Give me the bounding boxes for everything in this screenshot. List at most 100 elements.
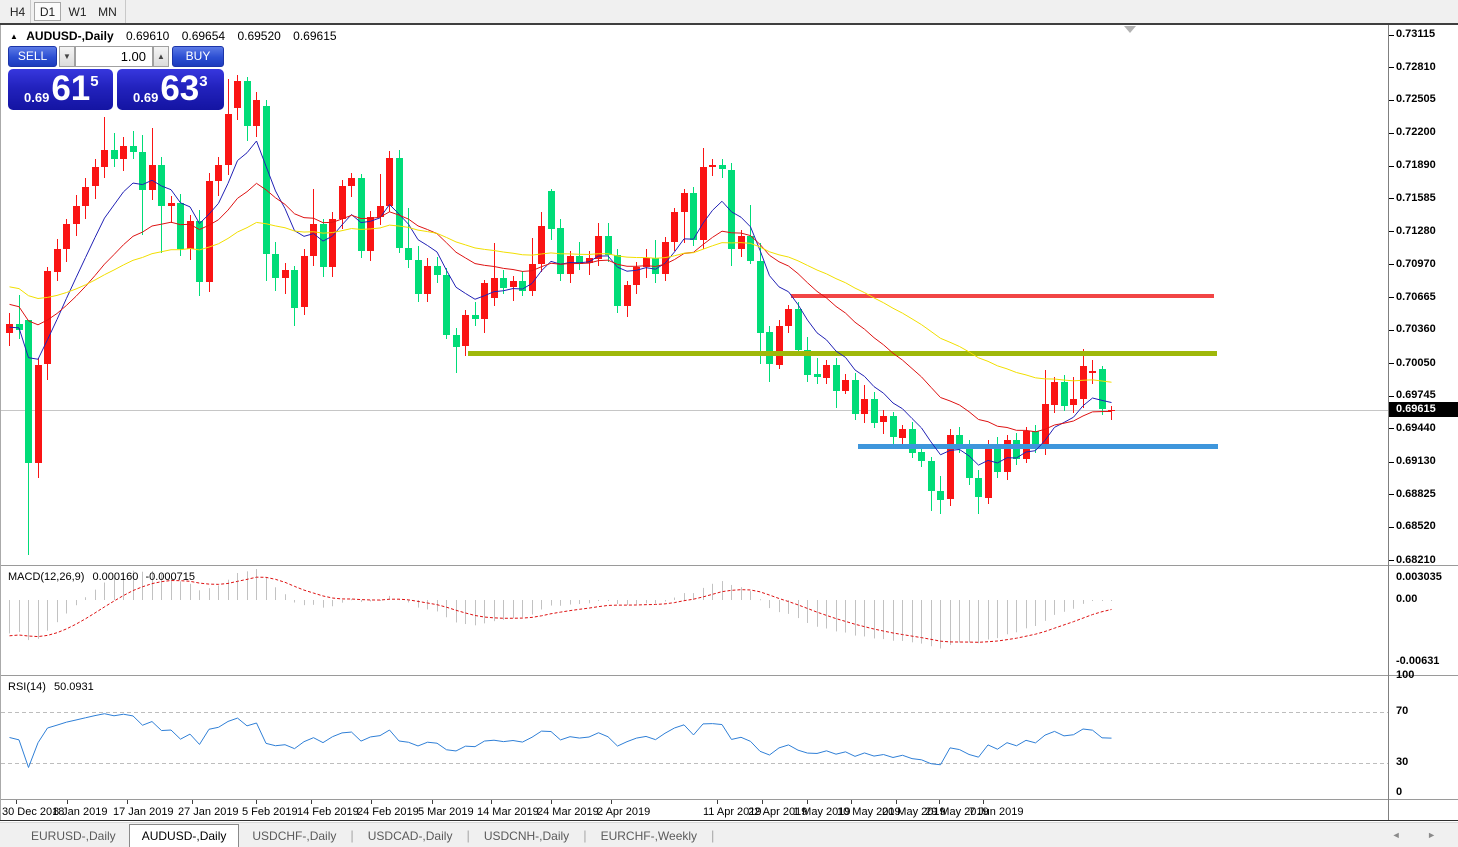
price-tick-mark: [1389, 560, 1394, 561]
chart-tab-bar: EURUSD-,DailyAUDUSD-,DailyUSDCHF-,Daily |…: [0, 822, 1458, 847]
price-tick-label: 0.69130: [1396, 455, 1436, 467]
date-tick-label: 17 Jan 2019: [113, 806, 174, 818]
macd-signal-value: -0.000715: [145, 571, 195, 583]
price-tick-label: 0.73115: [1396, 28, 1435, 40]
date-tick-label: 2 Apr 2019: [597, 806, 650, 818]
timeframe-button-d1[interactable]: D1: [34, 2, 61, 21]
rsi-scale-label: 0: [1396, 786, 1402, 798]
date-tick-mark: [611, 800, 612, 804]
date-tick-label: 5 Feb 2019: [242, 806, 298, 818]
volume-down-button[interactable]: ▼: [59, 46, 75, 67]
current-price-tag: 0.69615: [1389, 402, 1458, 417]
chart-bottom-border: [0, 820, 1458, 821]
collapse-triangle-icon[interactable]: ▲: [10, 32, 18, 41]
price-tick-mark: [1389, 231, 1394, 232]
chart-tab-eurchf[interactable]: EURCHF-,Weekly: [588, 825, 710, 847]
price-tick-mark: [1389, 527, 1394, 528]
price-tick-label: 0.69440: [1396, 422, 1436, 434]
ohlc-high: 0.69654: [182, 29, 225, 43]
rsi-indicator-canvas[interactable]: [1, 677, 1388, 799]
buy-price-big: 63: [160, 69, 199, 110]
window-left-border: [0, 25, 1, 820]
chart-title: ▲ AUDUSD-,Daily 0.69610 0.69654 0.69520 …: [10, 29, 337, 43]
sell-button[interactable]: SELL: [8, 46, 57, 67]
date-tick-mark: [983, 800, 984, 804]
timeframe-button-h4[interactable]: H4: [4, 2, 31, 21]
ohlc-open: 0.69610: [126, 29, 169, 43]
price-tick-mark: [1389, 297, 1394, 298]
chart-tab-eurusd[interactable]: EURUSD-,Daily: [18, 825, 129, 847]
volume-input[interactable]: [75, 46, 153, 67]
price-tick-label: 0.72505: [1396, 93, 1436, 105]
toolbar-separator: [125, 0, 126, 23]
ohlc-low: 0.69520: [237, 29, 280, 43]
date-tick-label: 5 Mar 2019: [418, 806, 474, 818]
date-tick-label: 8 Jan 2019: [53, 806, 107, 818]
date-tick-mark: [851, 800, 852, 804]
buy-button[interactable]: BUY: [172, 46, 224, 67]
tab-scroll-left-icon[interactable]: ◄: [1392, 830, 1413, 840]
date-tick-mark: [491, 800, 492, 804]
date-tick-mark: [311, 800, 312, 804]
macd-scale-label: -0.00631: [1396, 655, 1439, 667]
sell-price-box[interactable]: 0.69 61 5: [8, 69, 113, 110]
timeframe-button-mn[interactable]: MN: [94, 2, 121, 21]
right-shift-marker[interactable]: [1124, 26, 1136, 33]
panel-splitter[interactable]: [0, 675, 1458, 676]
date-tick-label: 27 Jan 2019: [178, 806, 239, 818]
price-tick-mark: [1389, 428, 1394, 429]
timeframe-button-w1[interactable]: W1: [64, 2, 91, 21]
chart-tab-audusd[interactable]: AUDUSD-,Daily: [129, 824, 240, 847]
sell-price-pip: 5: [90, 73, 98, 110]
price-tick-label: 0.72200: [1396, 126, 1436, 138]
sell-price-prefix: 0.69: [24, 90, 49, 105]
chart-tab-usdchf[interactable]: USDCHF-,Daily: [239, 825, 349, 847]
price-tick-label: 0.68825: [1396, 488, 1436, 500]
rsi-scale-label: 100: [1396, 669, 1414, 681]
date-tick-label: 24 Feb 2019: [357, 806, 419, 818]
date-tick-label: 14 Mar 2019: [477, 806, 539, 818]
price-tick-label: 0.68520: [1396, 520, 1436, 532]
date-tick-mark: [432, 800, 433, 804]
date-tick-mark: [127, 800, 128, 804]
timeframe-toolbar: H4D1W1MN: [0, 0, 1458, 23]
date-tick-mark: [939, 800, 940, 804]
price-tick-mark: [1389, 100, 1394, 101]
date-tick-mark: [896, 800, 897, 804]
tab-scroll-right-icon[interactable]: ►: [1427, 830, 1448, 840]
price-tick-label: 0.70665: [1396, 291, 1436, 303]
date-tick-mark: [67, 800, 68, 804]
toolbar-separator: [30, 0, 31, 23]
price-axis-border: [1388, 25, 1389, 820]
ohlc-close: 0.69615: [293, 29, 336, 43]
panel-splitter[interactable]: [0, 565, 1458, 566]
date-tick-mark: [551, 800, 552, 804]
tab-separator: |: [710, 825, 715, 846]
macd-scale-label: 0.00: [1396, 593, 1417, 605]
macd-indicator-canvas[interactable]: [1, 567, 1388, 675]
date-tick-mark: [762, 800, 763, 804]
price-tick-label: 0.70360: [1396, 323, 1436, 335]
price-tick-mark: [1389, 35, 1394, 36]
date-tick-mark: [717, 800, 718, 804]
date-tick-mark: [807, 800, 808, 804]
price-tick-label: 0.72810: [1396, 61, 1436, 73]
buy-price-pip: 3: [199, 73, 207, 110]
buy-price-box[interactable]: 0.69 63 3: [117, 69, 224, 110]
date-tick-label: 14 Feb 2019: [297, 806, 359, 818]
rsi-scale-label: 30: [1396, 756, 1408, 768]
rsi-scale-label: 70: [1396, 705, 1408, 717]
macd-scale-label: 0.003035: [1396, 571, 1442, 583]
price-tick-mark: [1389, 494, 1394, 495]
macd-main-value: 0.000160: [92, 571, 138, 583]
chart-tab-usdcnh[interactable]: USDCNH-,Daily: [471, 825, 582, 847]
date-tick-mark: [192, 800, 193, 804]
chart-tab-usdcad[interactable]: USDCAD-,Daily: [355, 825, 466, 847]
price-tick-label: 0.71585: [1396, 192, 1436, 204]
price-tick-mark: [1389, 133, 1394, 134]
buy-price-prefix: 0.69: [133, 90, 158, 105]
volume-up-button[interactable]: ▲: [153, 46, 169, 67]
panel-splitter: [0, 799, 1458, 800]
price-tick-mark: [1389, 166, 1394, 167]
sell-price-big: 61: [51, 69, 90, 110]
